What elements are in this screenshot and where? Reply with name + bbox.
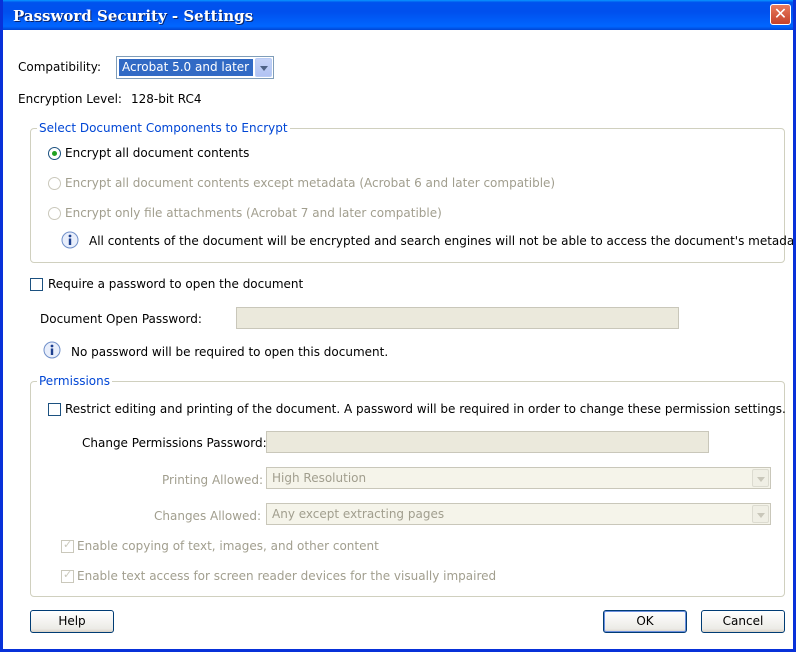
encrypt-components-legend: Select Document Components to Encrypt	[37, 121, 290, 135]
printing-allowed-select: High Resolution	[266, 467, 771, 489]
help-button[interactable]: Help	[30, 610, 114, 633]
require-open-password-checkbox[interactable]	[30, 278, 43, 291]
radio-encrypt-attachments-label: Encrypt only file attachments (Acrobat 7…	[65, 206, 442, 220]
title-bar[interactable]: Password Security - Settings ✕	[3, 0, 793, 30]
compatibility-selected-value: Acrobat 5.0 and later	[119, 59, 253, 76]
close-button[interactable]: ✕	[770, 4, 791, 25]
chevron-down-icon	[752, 505, 769, 523]
encrypt-info-text: All contents of the document will be enc…	[89, 234, 796, 248]
compatibility-select[interactable]: Acrobat 5.0 and later	[116, 56, 274, 79]
change-permissions-password-field	[266, 431, 709, 453]
restrict-editing-label[interactable]: Restrict editing and printing of the doc…	[65, 402, 786, 416]
chevron-down-icon[interactable]	[255, 58, 272, 77]
enable-copying-label: Enable copying of text, images, and othe…	[77, 539, 379, 553]
changes-allowed-value: Any except extracting pages	[272, 507, 445, 521]
info-icon	[61, 231, 79, 249]
enable-copying-checkbox: ✓	[61, 538, 74, 553]
enable-screen-reader-label: Enable text access for screen reader dev…	[77, 569, 497, 583]
require-open-password-label[interactable]: Require a password to open the document	[48, 277, 303, 291]
cancel-button[interactable]: Cancel	[701, 610, 785, 633]
document-open-password-label: Document Open Password:	[40, 312, 202, 326]
changes-allowed-label: Changes Allowed:	[154, 509, 262, 523]
radio-encrypt-except-metadata-label: Encrypt all document contents except met…	[65, 176, 556, 190]
changes-allowed-select: Any except extracting pages	[266, 503, 771, 525]
dialog-body: Compatibility: Acrobat 5.0 and later Enc…	[3, 30, 793, 649]
checkmark-icon: ✓	[63, 538, 73, 551]
enable-screen-reader-checkbox: ✓	[61, 568, 74, 583]
ok-button[interactable]: OK	[603, 610, 687, 633]
checkmark-icon: ✓	[63, 568, 73, 581]
encryption-level-label: Encryption Level:	[18, 92, 122, 106]
password-security-dialog: Password Security - Settings ✕ Compatibi…	[0, 0, 796, 652]
open-password-info-text: No password will be required to open thi…	[71, 345, 389, 359]
compatibility-label: Compatibility:	[18, 60, 102, 74]
info-icon	[43, 341, 61, 359]
radio-encrypt-attachments	[48, 207, 61, 220]
radio-encrypt-all[interactable]	[48, 147, 61, 160]
window-title: Password Security - Settings	[13, 7, 254, 25]
radio-encrypt-except-metadata	[48, 177, 61, 190]
document-open-password-field	[236, 307, 679, 329]
encryption-level-value: 128-bit RC4	[131, 92, 202, 106]
restrict-editing-checkbox[interactable]	[48, 403, 61, 416]
permissions-legend: Permissions	[37, 374, 112, 388]
printing-allowed-value: High Resolution	[272, 471, 367, 485]
printing-allowed-label: Printing Allowed:	[162, 473, 264, 487]
change-permissions-password-label: Change Permissions Password:	[82, 436, 267, 450]
radio-encrypt-all-label[interactable]: Encrypt all document contents	[65, 146, 249, 160]
close-icon: ✕	[773, 4, 788, 23]
chevron-down-icon	[752, 469, 769, 487]
